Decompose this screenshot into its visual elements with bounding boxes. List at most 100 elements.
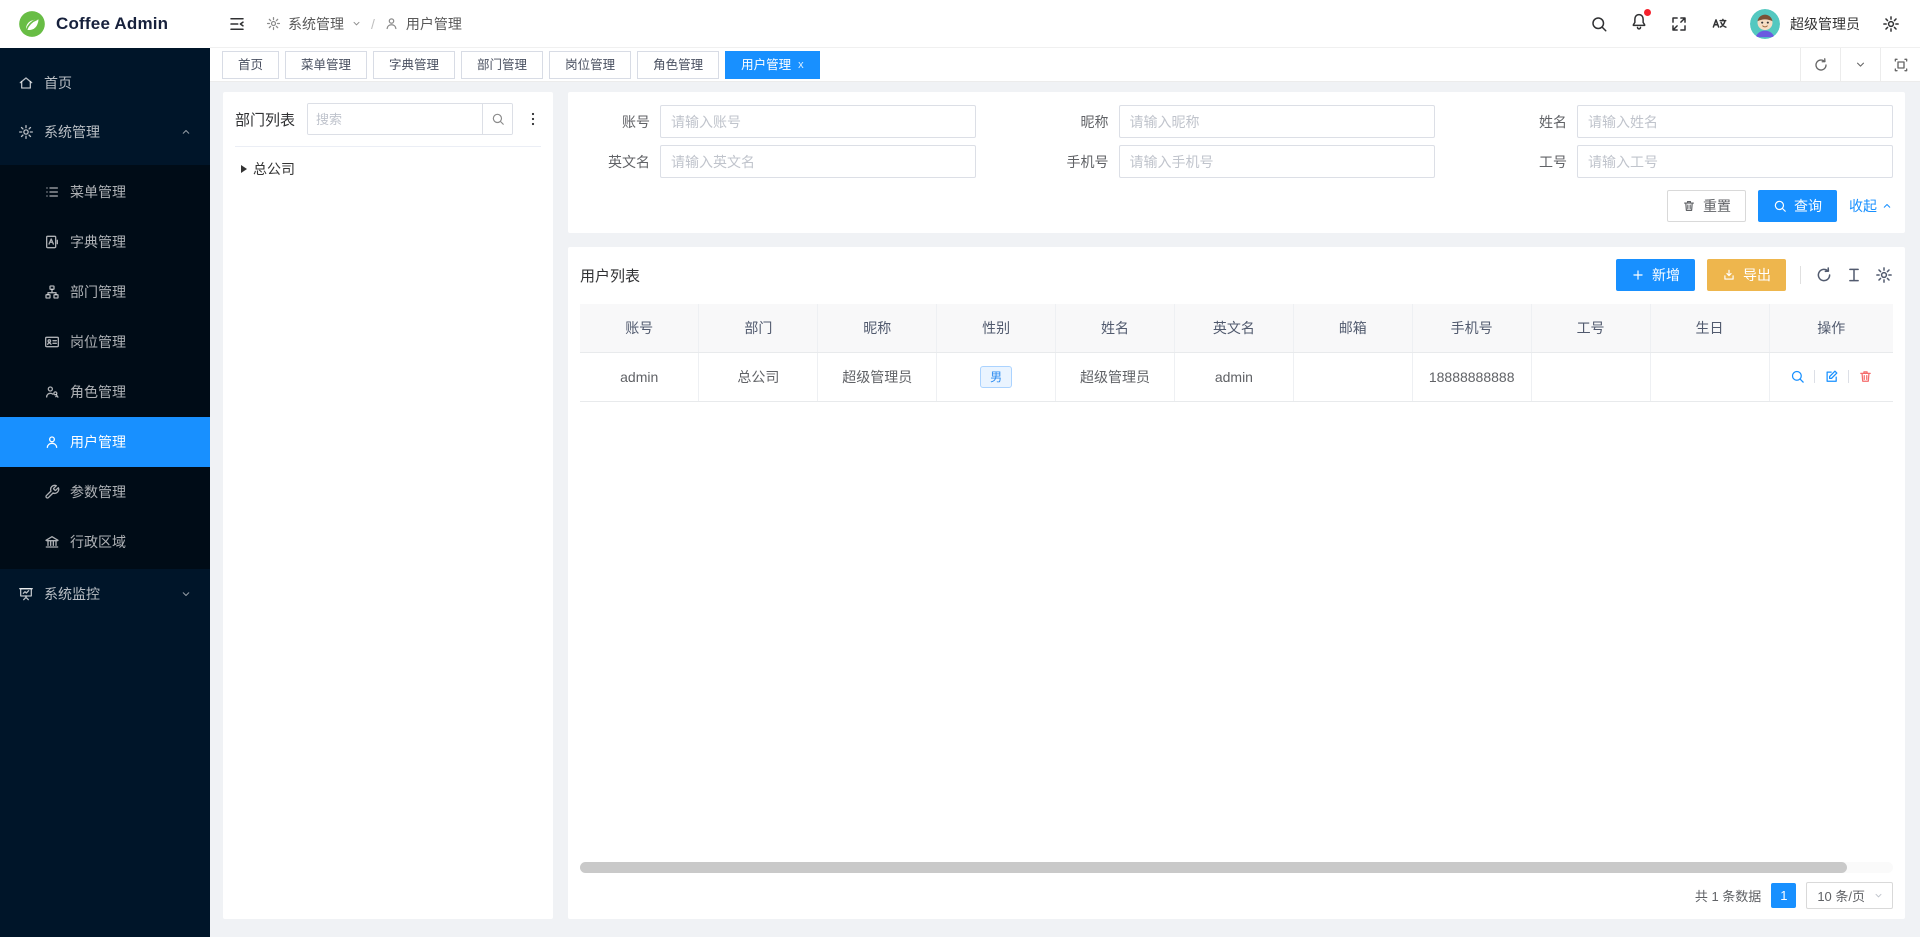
col-nickname[interactable]: 昵称 xyxy=(818,304,937,352)
chevron-down-icon xyxy=(180,588,192,600)
field-label: 英文名 xyxy=(580,152,650,172)
add-button[interactable]: 新增 xyxy=(1616,259,1695,291)
monitor-icon xyxy=(18,586,34,602)
col-gender[interactable]: 性别 xyxy=(937,304,1056,352)
sidebar-item-dept-mgmt[interactable]: 部门管理 xyxy=(0,267,210,317)
search-icon xyxy=(1773,199,1787,213)
sidebar-item-region-mgmt[interactable]: 行政区域 xyxy=(0,517,210,567)
chevron-down-icon xyxy=(1854,58,1867,71)
col-job-no[interactable]: 工号 xyxy=(1531,304,1650,352)
id-card-icon xyxy=(44,334,60,350)
page-size-select[interactable]: 10 条/页 xyxy=(1806,882,1893,909)
cell-nickname: 超级管理员 xyxy=(818,352,937,401)
export-button[interactable]: 导出 xyxy=(1707,259,1786,291)
dept-panel-header: 部门列表 xyxy=(235,92,541,147)
edit-icon[interactable] xyxy=(1824,369,1839,384)
settings-gear-icon[interactable] xyxy=(1882,15,1900,33)
dictionary-icon xyxy=(44,234,60,250)
tab-menu-mgmt[interactable]: 菜单管理 xyxy=(285,51,367,79)
col-account[interactable]: 账号 xyxy=(580,304,699,352)
view-icon[interactable] xyxy=(1790,369,1805,384)
gear-icon xyxy=(266,16,281,31)
field-label: 工号 xyxy=(1497,152,1567,172)
sidebar-item-menu-mgmt[interactable]: 菜单管理 xyxy=(0,167,210,217)
close-icon[interactable]: x xyxy=(798,52,804,78)
column-settings-icon[interactable] xyxy=(1875,266,1893,284)
sidebar-item-post-mgmt[interactable]: 岗位管理 xyxy=(0,317,210,367)
user-icon xyxy=(44,434,60,450)
sidebar-item-label: 系统监控 xyxy=(44,584,100,604)
col-email[interactable]: 邮箱 xyxy=(1293,304,1412,352)
sidebar-item-label: 部门管理 xyxy=(70,282,126,302)
breadcrumb-item-user-mgmt: 用户管理 xyxy=(406,14,462,34)
sidebar-item-system-monitor[interactable]: 系统监控 xyxy=(0,569,210,618)
sidebar-item-system-mgmt[interactable]: 系统管理 xyxy=(0,107,210,156)
tab-user-mgmt[interactable]: 用户管理 x xyxy=(725,51,820,79)
delete-icon[interactable] xyxy=(1858,369,1873,384)
table-actions: 新增 导出 xyxy=(1616,259,1893,291)
user-name[interactable]: 超级管理员 xyxy=(1790,14,1860,34)
sidebar-item-dict-mgmt[interactable]: 字典管理 xyxy=(0,217,210,267)
logo: Coffee Admin xyxy=(0,0,210,48)
query-button[interactable]: 查询 xyxy=(1758,190,1837,222)
tree-node-company[interactable]: 总公司 xyxy=(235,147,541,179)
col-name[interactable]: 姓名 xyxy=(1056,304,1175,352)
scrollbar-thumb[interactable] xyxy=(580,862,1847,873)
col-en-name[interactable]: 英文名 xyxy=(1174,304,1293,352)
job-no-input[interactable] xyxy=(1577,145,1893,178)
breadcrumb: 系统管理 / 用户管理 xyxy=(266,14,462,34)
translate-icon[interactable] xyxy=(1710,15,1728,33)
col-birthday[interactable]: 生日 xyxy=(1650,304,1769,352)
sidebar-item-user-mgmt[interactable]: 用户管理 xyxy=(0,417,210,467)
tab-dict-mgmt[interactable]: 字典管理 xyxy=(373,51,455,79)
caret-right-icon[interactable] xyxy=(241,165,247,173)
col-phone[interactable]: 手机号 xyxy=(1412,304,1531,352)
col-dept[interactable]: 部门 xyxy=(699,304,818,352)
avatar[interactable] xyxy=(1750,9,1780,39)
dept-panel-title: 部门列表 xyxy=(235,109,295,130)
sidebar-item-home[interactable]: 首页 xyxy=(0,58,210,107)
tab-home[interactable]: 首页 xyxy=(222,51,279,79)
phone-input[interactable] xyxy=(1119,145,1435,178)
table-row[interactable]: admin 总公司 超级管理员 男 超级管理员 admin 1888888888… xyxy=(580,352,1893,401)
account-input[interactable] xyxy=(660,105,976,138)
tab-menu-dropdown[interactable] xyxy=(1840,48,1880,81)
tab-post-mgmt[interactable]: 岗位管理 xyxy=(549,51,631,79)
collapse-link[interactable]: 收起 xyxy=(1849,196,1893,216)
row-height-icon[interactable] xyxy=(1845,266,1863,284)
sidebar-item-role-mgmt[interactable]: 角色管理 xyxy=(0,367,210,417)
download-icon xyxy=(1722,268,1736,282)
app-title: Coffee Admin xyxy=(56,14,168,34)
menu-fold-icon[interactable] xyxy=(228,15,246,33)
tab-refresh-button[interactable] xyxy=(1800,48,1840,81)
table-toolbar: 用户列表 新增 导出 xyxy=(580,259,1893,291)
nickname-input[interactable] xyxy=(1119,105,1435,138)
kebab-menu-icon[interactable] xyxy=(525,109,541,129)
pagination: 共 1 条数据 1 10 条/页 xyxy=(1695,882,1893,909)
page-button-1[interactable]: 1 xyxy=(1771,883,1796,908)
breadcrumb-item-system-mgmt[interactable]: 系统管理 xyxy=(288,14,344,34)
field-en-name: 英文名 xyxy=(580,145,976,178)
notification-bell[interactable] xyxy=(1630,12,1648,35)
name-input[interactable] xyxy=(1577,105,1893,138)
refresh-icon[interactable] xyxy=(1815,266,1833,284)
cell-gender: 男 xyxy=(937,352,1056,401)
search-form: 账号 昵称 姓名 英文名 手机号 xyxy=(568,92,1905,233)
tab-maximize-button[interactable] xyxy=(1880,48,1920,81)
tab-role-mgmt[interactable]: 角色管理 xyxy=(637,51,719,79)
table-title: 用户列表 xyxy=(580,265,640,286)
search-icon[interactable] xyxy=(1590,15,1608,33)
reset-button[interactable]: 重置 xyxy=(1667,190,1746,222)
dept-search-button[interactable] xyxy=(482,104,512,134)
field-phone: 手机号 xyxy=(1039,145,1435,178)
chevron-down-icon[interactable] xyxy=(351,18,362,29)
top-header: 系统管理 / 用户管理 超级管理员 xyxy=(210,0,1920,48)
tab-dept-mgmt[interactable]: 部门管理 xyxy=(461,51,543,79)
sidebar-item-label: 系统管理 xyxy=(44,122,100,142)
action-divider xyxy=(1848,370,1849,383)
dept-search-input[interactable] xyxy=(308,104,482,134)
main-column: 账号 昵称 姓名 英文名 手机号 xyxy=(568,92,1905,919)
en-name-input[interactable] xyxy=(660,145,976,178)
sidebar-item-param-mgmt[interactable]: 参数管理 xyxy=(0,467,210,517)
fullscreen-icon[interactable] xyxy=(1670,15,1688,33)
